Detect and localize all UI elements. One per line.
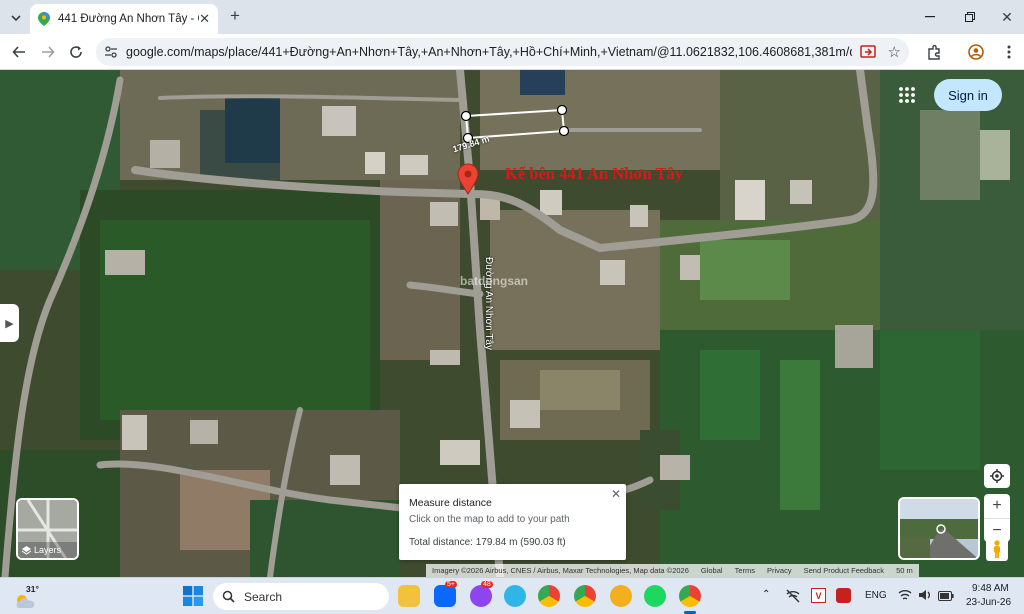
- my-location-button[interactable]: [984, 464, 1010, 488]
- feedback-link[interactable]: Send Product Feedback: [804, 566, 884, 575]
- wifi-icon[interactable]: [898, 589, 912, 603]
- close-measure-icon[interactable]: ✕: [611, 487, 621, 501]
- layers-button[interactable]: Layers: [16, 498, 79, 560]
- taskbar: 31° Search 5+ 48 ⌃ V ENG 9:48 AM 23-Jun-…: [0, 577, 1024, 614]
- chrome-canary-icon[interactable]: [610, 585, 632, 607]
- extensions-icon[interactable]: [924, 42, 944, 62]
- google-apps-icon[interactable]: [896, 84, 918, 106]
- tab-close-icon[interactable]: ✕: [199, 11, 210, 27]
- map-controls: + −: [984, 464, 1010, 542]
- sign-in-button[interactable]: Sign in: [934, 79, 1002, 111]
- tab-title: 441 Đường An Nhơn Tây - Goo: [58, 13, 199, 25]
- road-label: Đường An Nhơn Tây: [483, 256, 495, 351]
- taskbar-search-box[interactable]: Search: [213, 583, 389, 610]
- chevron-right-icon: ▶: [5, 317, 14, 330]
- close-window-button[interactable]: ✕: [998, 8, 1016, 26]
- battery-icon[interactable]: [938, 590, 954, 601]
- clock-date[interactable]: 23-Jun-26: [966, 597, 1011, 608]
- app-tray-icon[interactable]: [836, 588, 851, 603]
- url-text: google.com/maps/place/441+Đường+An+Nhơn+…: [126, 45, 852, 59]
- search-icon: [222, 590, 235, 603]
- taskbar-search-placeholder: Search: [244, 589, 283, 604]
- show-hidden-icons-icon[interactable]: ⌃: [762, 589, 770, 600]
- street-view-thumbnail: [900, 499, 978, 558]
- zalo-icon[interactable]: [434, 585, 456, 607]
- windows-logo-icon: [183, 586, 203, 606]
- street-view-preview[interactable]: [898, 497, 980, 560]
- weather-cloud-icon: [16, 595, 35, 608]
- address-bar[interactable]: google.com/maps/place/441+Đường+An+Nhơn+…: [96, 38, 909, 66]
- privacy-link[interactable]: Privacy: [767, 566, 792, 575]
- zalo-badge: 5+: [445, 581, 457, 588]
- messenger-icon[interactable]: [470, 585, 492, 607]
- restore-button[interactable]: [960, 8, 980, 26]
- cast-icon[interactable]: [859, 45, 876, 59]
- tab-strip: 441 Đường An Nhơn Tây - Goo ✕ + ✕: [0, 0, 1024, 34]
- layers-icon: [22, 545, 31, 555]
- global-link[interactable]: Global: [701, 566, 723, 575]
- copilot-icon[interactable]: [504, 585, 526, 607]
- spotify-icon[interactable]: [644, 585, 666, 607]
- weather-temp: 31°: [26, 584, 39, 594]
- weather-widget[interactable]: 31°: [14, 584, 44, 610]
- clock-time[interactable]: 9:48 AM: [972, 583, 1009, 594]
- pegman-icon[interactable]: [986, 537, 1008, 561]
- imagery-credit: Imagery ©2026 Airbus, CNES / Airbus, Max…: [432, 566, 689, 575]
- expand-side-panel-button[interactable]: ▶: [0, 304, 19, 342]
- map-canvas[interactable]: 179.84 m Kế bên 441 An Nhơn Tây Đường An…: [0, 70, 1024, 577]
- map-attribution-bar: Imagery ©2026 Airbus, CNES / Airbus, Max…: [426, 564, 919, 577]
- chrome-active-icon[interactable]: [679, 585, 701, 607]
- chrome-icon[interactable]: [538, 585, 560, 607]
- zoom-in-button[interactable]: +: [984, 494, 1010, 518]
- site-info-icon[interactable]: [104, 45, 118, 59]
- tab-google-maps[interactable]: 441 Đường An Nhơn Tây - Goo ✕: [30, 4, 218, 34]
- network-off-icon[interactable]: [786, 589, 800, 603]
- start-button[interactable]: [183, 586, 203, 606]
- measure-distance-card: ✕ Measure distance Click on the map to a…: [399, 484, 626, 560]
- file-explorer-icon[interactable]: [398, 585, 420, 607]
- bookmark-star-icon[interactable]: ☆: [888, 43, 901, 61]
- watermark: batdongsan: [460, 274, 528, 288]
- language-indicator[interactable]: ENG: [865, 590, 887, 601]
- layers-label: Layers: [34, 545, 62, 555]
- measure-instruction: Click on the map to add to your path: [409, 514, 570, 525]
- messenger-badge: 48: [481, 581, 493, 588]
- measure-title: Measure distance: [409, 497, 492, 509]
- minimize-button[interactable]: [920, 8, 940, 26]
- back-button[interactable]: [9, 42, 29, 62]
- volume-icon[interactable]: [918, 589, 932, 603]
- new-tab-button[interactable]: +: [226, 6, 244, 26]
- chrome-profile-icon[interactable]: [574, 585, 596, 607]
- measure-total: Total distance: 179.84 m (590.03 ft): [409, 537, 566, 548]
- reload-button[interactable]: [66, 42, 86, 62]
- annotation-label: Kế bên 441 An Nhơn Tây: [505, 164, 684, 183]
- profile-avatar-icon[interactable]: [966, 42, 986, 62]
- crosshair-icon: [990, 469, 1004, 483]
- maps-favicon-icon: [38, 12, 50, 26]
- scale-label[interactable]: 50 m: [896, 566, 913, 575]
- terms-link[interactable]: Terms: [735, 566, 755, 575]
- tab-search-icon[interactable]: [8, 10, 24, 26]
- menu-kebab-icon[interactable]: [1002, 42, 1016, 62]
- vietkey-icon[interactable]: V: [811, 588, 826, 603]
- forward-button[interactable]: [38, 42, 58, 62]
- browser-toolbar: google.com/maps/place/441+Đường+An+Nhơn+…: [0, 34, 1024, 70]
